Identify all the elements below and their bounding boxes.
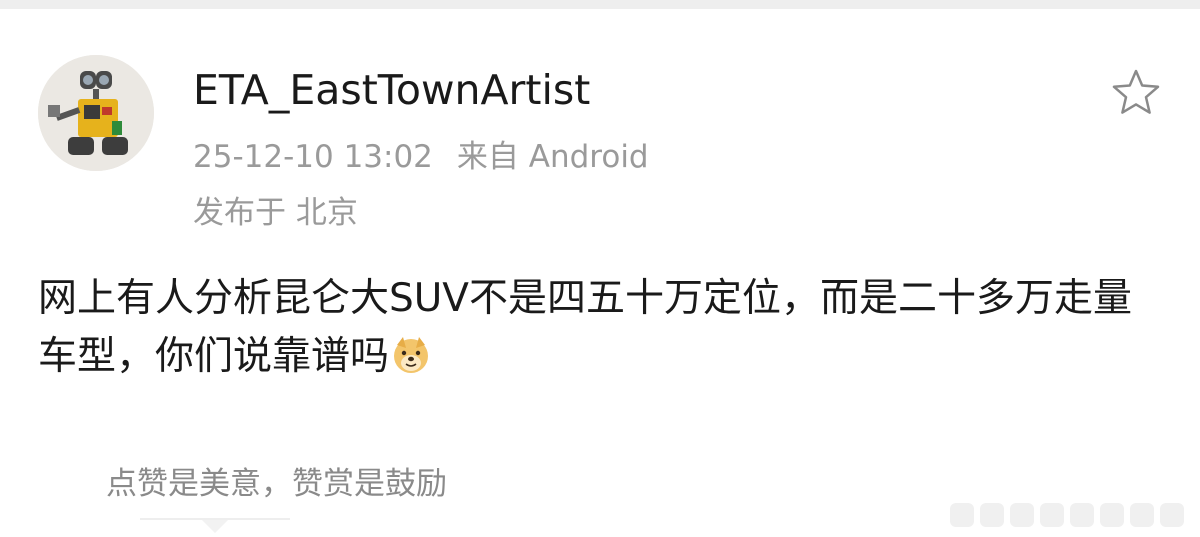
doge-emoji-icon	[394, 337, 429, 373]
robot-avatar-icon	[38, 55, 154, 171]
post-location: 发布于 北京	[193, 195, 358, 231]
reward-prompt[interactable]: 点赞是美意，赞赏是鼓励	[106, 462, 447, 506]
avatar[interactable]	[38, 55, 154, 171]
post-source: 来自 Android	[456, 139, 649, 175]
dots-pager-icon	[950, 503, 1184, 527]
post-timestamp: 25-12-10 13:02	[193, 139, 433, 175]
post-meta: 25-12-10 13:02 来自 Android	[193, 136, 649, 178]
post-text: 网上有人分析昆仑大SUV不是四五十万定位，而是二十多万走量车型，你们说靠谱吗	[38, 276, 1132, 379]
post-content: 网上有人分析昆仑大SUV不是四五十万定位，而是二十多万走量车型，你们说靠谱吗	[38, 270, 1168, 386]
username[interactable]: ETA_EastTownArtist	[193, 64, 590, 116]
reward-pointer-icon	[140, 518, 290, 533]
star-icon[interactable]	[1110, 67, 1162, 119]
top-divider-bar	[0, 0, 1200, 9]
